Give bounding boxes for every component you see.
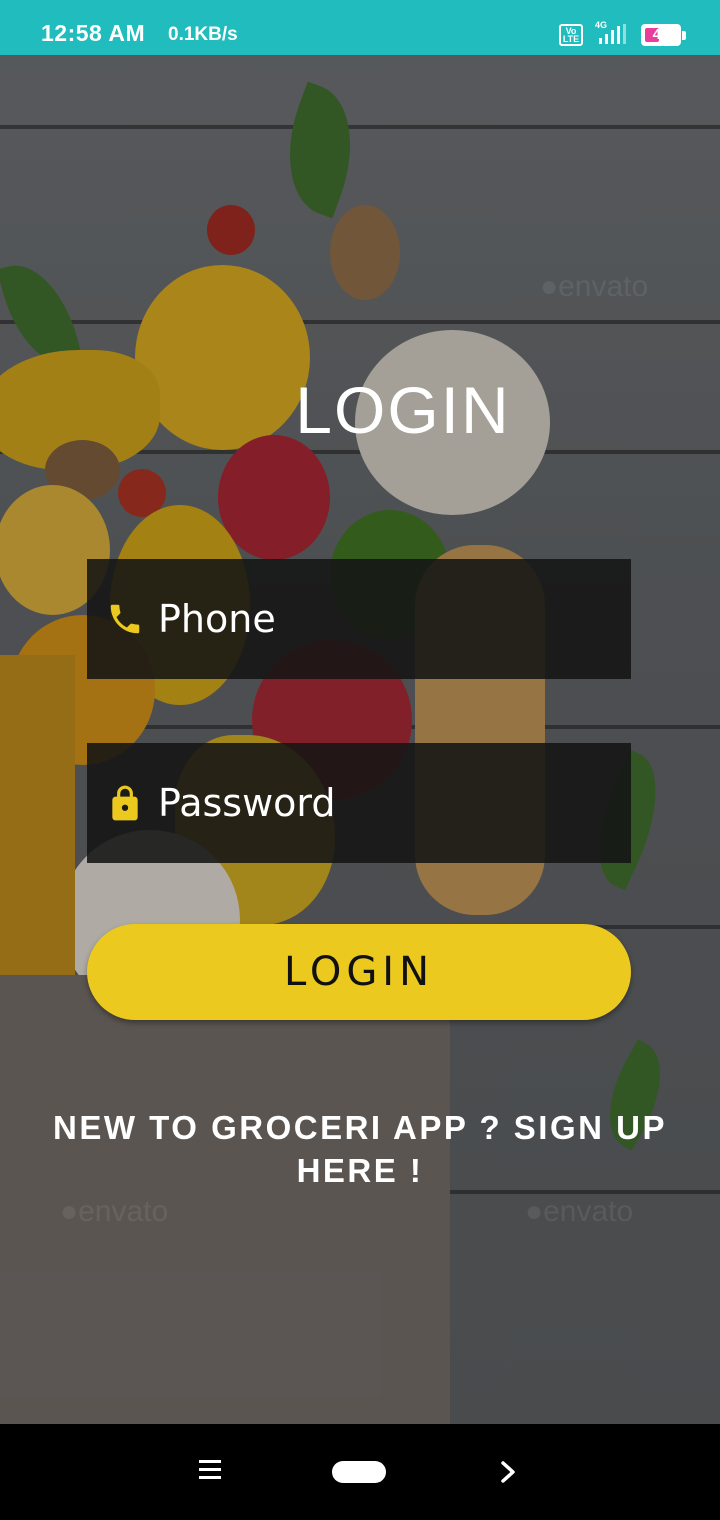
system-nav-bar [0, 1424, 720, 1520]
password-field[interactable] [87, 743, 631, 863]
signup-link[interactable]: NEW TO GROCERI APP ? SIGN UP HERE ! [30, 1106, 690, 1192]
password-input[interactable] [158, 743, 631, 863]
menu-icon[interactable] [199, 1460, 221, 1480]
home-pill-icon[interactable] [332, 1461, 386, 1483]
background-image: ●envato ●envato ●envato [0, 55, 720, 1424]
battery-percentage: 44 [652, 26, 670, 43]
login-title: LOGIN [295, 373, 511, 447]
lock-icon [87, 782, 158, 824]
phone-field[interactable] [87, 559, 631, 679]
status-time: 12:58 AM [41, 20, 146, 46]
watermark-logo: ●envato [540, 270, 649, 303]
chevron-right-icon[interactable] [498, 1460, 518, 1484]
watermark-logo: ●envato [60, 1195, 169, 1228]
signal-icon [599, 24, 626, 44]
volte-icon: Vo LTE [559, 24, 583, 46]
login-button[interactable]: LOGIN [87, 924, 631, 1020]
status-network-speed: 0.1KB/s [168, 24, 238, 45]
phone-icon [87, 600, 158, 638]
status-bar: 12:58 AM 0.1KB/s Vo LTE 4G 44 [0, 0, 720, 55]
battery-tip [682, 31, 686, 40]
watermark-logo: ●envato [525, 1195, 634, 1228]
phone-input[interactable] [158, 559, 631, 679]
battery-icon: 44 [641, 24, 681, 46]
